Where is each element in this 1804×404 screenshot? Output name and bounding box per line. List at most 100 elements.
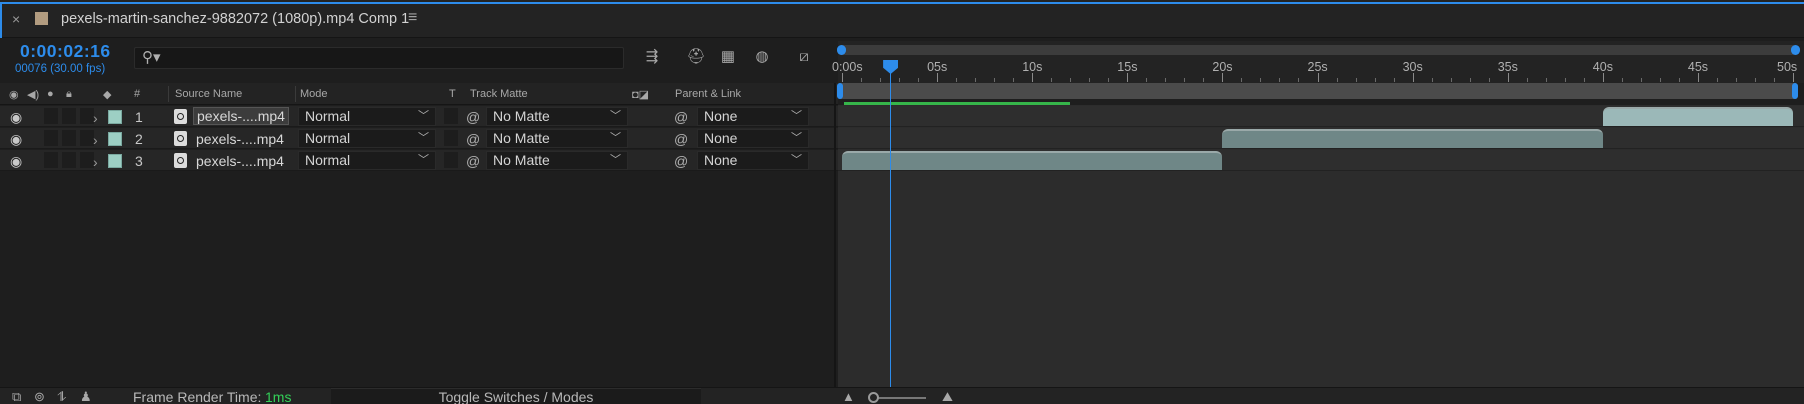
ruler-minor-tick [956,78,958,82]
ruler-tick-label: 25s [1307,60,1328,74]
preserve-transparency-header[interactable]: T [449,88,456,100]
layer-label-color[interactable] [108,132,122,146]
track-matte-dropdown[interactable]: No Matte ﹀ [486,151,628,170]
time-navigator-bar[interactable] [839,45,1796,55]
current-time-indicator-line[interactable] [890,62,892,387]
audio-switch-header-icon[interactable]: ◀) [27,88,39,101]
close-tab-button[interactable]: × [12,11,20,27]
transfer-controls-icon[interactable]: ⊚ [34,389,45,404]
audio-switch[interactable] [44,108,58,124]
lock-switch[interactable] [80,108,94,124]
render-time-icon[interactable]: ♟ [80,389,92,404]
layer-label-color[interactable] [108,110,122,124]
lock-switch[interactable] [80,130,94,146]
layer-duration-bar[interactable] [842,151,1223,170]
layer-source-name[interactable]: pexels-....mp4 [196,153,284,169]
parent-dropdown[interactable]: None ﹀ [697,151,809,170]
eye-icon[interactable]: ◉ [10,153,22,170]
chevron-right-icon[interactable]: › [93,132,98,148]
work-area-start-handle[interactable] [837,83,843,99]
audio-switch[interactable] [44,130,58,146]
audio-switch[interactable] [44,152,58,168]
mode-header[interactable]: Mode [300,88,328,100]
ruler-tick [1127,73,1129,82]
track-matte-dropdown[interactable]: No Matte ﹀ [486,129,628,148]
panel-divider[interactable] [834,83,836,387]
frame-blending-icon[interactable]: ▦ [716,45,740,69]
layer-switches-icon[interactable]: ⧉ [12,389,21,404]
solo-switch[interactable] [62,152,76,168]
parent-dropdown[interactable]: None ﹀ [697,107,809,126]
track-matte-dropdown[interactable]: No Matte ﹀ [486,107,628,126]
solo-switch[interactable] [62,130,76,146]
solo-header-icon[interactable]: ● [47,88,54,100]
parent-pickwhip-icon[interactable]: @ [674,153,688,169]
ruler-tick [937,73,939,82]
work-area-bar[interactable] [839,83,1796,99]
preserve-transparency-switch[interactable] [444,108,458,124]
graph-editor-icon[interactable]: ⧄ [792,45,816,69]
chevron-right-icon[interactable]: › [93,110,98,126]
footage-icon [174,109,187,124]
eye-icon[interactable]: ◉ [10,109,22,126]
layer-column-headers: ◉ ◀) ● 🔒︎ ◆ # Source Name Mode T Track M… [0,83,838,105]
layer-row[interactable]: ◉ › 2 pexels-....mp4 Normal ﹀ @ No Matte ﹀… [0,128,838,149]
lock-header-icon[interactable]: 🔒︎ [66,88,72,101]
pickwhip-icon[interactable]: @ [466,131,480,147]
toggle-switches-modes-button[interactable]: Toggle Switches / Modes [331,388,701,404]
work-area-end-handle[interactable] [1792,83,1798,99]
composition-tab-title[interactable]: pexels-martin-sanchez-9882072 (1080p).mp… [61,11,409,27]
time-navigator-end-handle[interactable] [1791,45,1800,55]
layer-label-color[interactable] [108,154,122,168]
motion-blur-icon[interactable]: ◍ [750,45,774,69]
chevron-down-icon: ﹀ [791,132,802,144]
panel-menu-icon[interactable]: ≡ [408,9,417,27]
lock-switch[interactable] [80,152,94,168]
track-matte-header[interactable]: Track Matte [470,88,528,100]
current-time-display[interactable]: 0:00:02:16 [20,41,111,62]
blend-mode-dropdown[interactable]: Normal ﹀ [298,151,436,170]
blend-mode-dropdown[interactable]: Normal ﹀ [298,129,436,148]
layer-search-input[interactable] [134,47,624,69]
zoom-slider-track[interactable] [874,397,926,399]
video-switch-header-icon[interactable]: ◉ [9,88,19,101]
time-navigator-start-handle[interactable] [837,45,846,55]
composition-flowchart-icon[interactable]: ⇶ [640,45,664,69]
zoom-out-icon[interactable]: ▲ [842,389,855,404]
blend-mode-value: Normal [305,108,351,124]
preserve-transparency-switch[interactable] [444,152,458,168]
ruler-minor-tick [1469,78,1471,82]
parent-dropdown[interactable]: None ﹀ [697,129,809,148]
ruler-minor-tick [1488,78,1490,82]
in-out-duration-icon[interactable]: ⥮ [57,389,66,404]
eye-icon[interactable]: ◉ [10,131,22,148]
ruler-tick-label: 0:00s [832,60,863,74]
parent-link-header[interactable]: Parent & Link [675,88,741,100]
current-frame-display: 00076 (30.00 fps) [15,63,106,75]
ruler-minor-tick [1678,78,1680,82]
layer-source-name[interactable]: pexels-....mp4 [193,107,289,125]
label-header-icon[interactable]: ◆ [103,88,111,101]
zoom-slider-knob[interactable] [868,392,879,403]
parent-pickwhip-icon[interactable]: @ [674,131,688,147]
chevron-right-icon[interactable]: › [93,154,98,170]
zoom-in-icon[interactable]: ⛰ [942,389,953,404]
draft-3d-icon[interactable]: ⛑ [684,45,708,69]
chevron-down-icon: ﹀ [610,132,621,144]
layer-number: 2 [135,131,143,147]
layer-duration-bar[interactable] [1602,107,1793,126]
layer-row[interactable]: ◉ › 3 pexels-....mp4 Normal ﹀ @ No Matte ﹀… [0,150,838,171]
preserve-transparency-switch[interactable] [444,130,458,146]
layer-source-name[interactable]: pexels-....mp4 [196,131,284,147]
blend-mode-dropdown[interactable]: Normal ﹀ [298,107,436,126]
layer-number-header[interactable]: # [134,88,140,100]
matte-switch-header-icon[interactable]: ◘◪ [632,88,649,101]
layer-duration-bar[interactable] [1222,129,1603,148]
pickwhip-icon[interactable]: @ [466,153,480,169]
pickwhip-icon[interactable]: @ [466,109,480,125]
solo-switch[interactable] [62,108,76,124]
parent-pickwhip-icon[interactable]: @ [674,109,688,125]
source-name-header[interactable]: Source Name [175,88,242,100]
layer-row[interactable]: ◉ › 1 pexels-....mp4 Normal ﹀ @ No Matte ﹀… [0,106,838,127]
ruler-minor-tick [1564,78,1566,82]
